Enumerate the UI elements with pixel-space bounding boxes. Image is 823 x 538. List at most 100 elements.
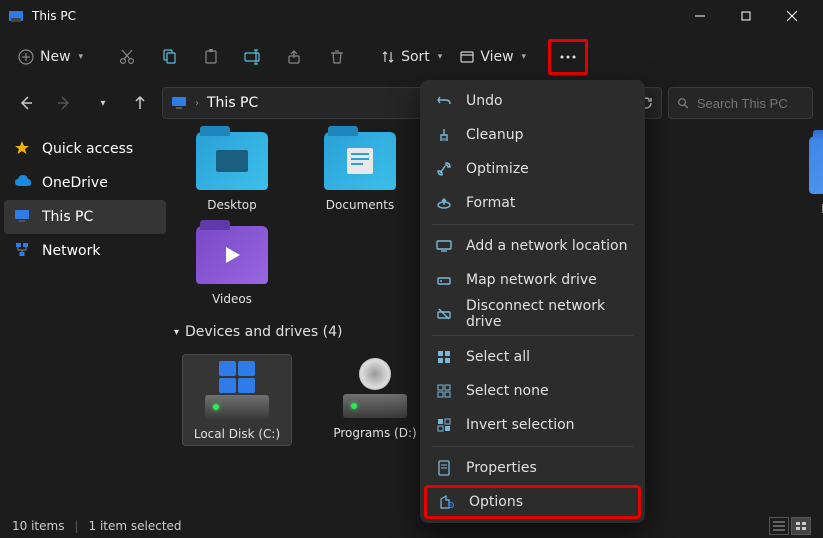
menu-label: Select all — [466, 349, 530, 365]
section-title: Devices and drives (4) — [185, 324, 342, 340]
drive-icon — [197, 359, 277, 419]
more-button[interactable] — [548, 39, 588, 75]
sidebar-item-quick-access[interactable]: Quick access — [4, 132, 166, 166]
cut-button[interactable] — [107, 39, 147, 75]
toolbar: New ▾ Sort ▾ View ▾ — [0, 32, 823, 82]
folder-icon — [809, 136, 823, 194]
menu-item-disconnect-network-drive[interactable]: Disconnect network drive — [424, 297, 641, 331]
menu-label: Disconnect network drive — [466, 298, 629, 330]
select-none-icon — [436, 383, 452, 399]
monitor-icon — [171, 95, 187, 111]
sidebar-item-label: Network — [42, 243, 100, 259]
breadcrumb-chevron-icon: › — [195, 98, 199, 109]
window-title: This PC — [32, 9, 677, 23]
paste-button[interactable] — [191, 39, 231, 75]
menu-item-map-network-drive[interactable]: Map network drive — [424, 263, 641, 297]
menu-item-select-none[interactable]: Select none — [424, 374, 641, 408]
format-icon — [436, 195, 452, 211]
titlebar: This PC — [0, 0, 823, 32]
cloud-icon — [14, 174, 32, 192]
menu-item-options[interactable]: Options — [424, 485, 641, 519]
view-label: View — [480, 49, 513, 65]
recent-button[interactable]: ▾ — [86, 87, 118, 119]
status-separator: | — [74, 519, 78, 533]
main-area: Quick access OneDrive This PC Network De… — [0, 124, 823, 514]
status-bar: 10 items | 1 item selected — [0, 514, 823, 538]
sidebar-item-network[interactable]: Network — [4, 234, 166, 268]
menu-item-add-network-location[interactable]: Add a network location — [424, 229, 641, 263]
chevron-down-icon: ▾ — [79, 52, 84, 62]
menu-label: Cleanup — [466, 127, 524, 143]
menu-item-cleanup[interactable]: Cleanup — [424, 118, 641, 152]
chevron-down-icon: ▾ — [438, 52, 443, 62]
icons-view-toggle[interactable] — [791, 517, 811, 535]
undo-icon — [436, 93, 452, 109]
folder-item[interactable]: Videos — [182, 226, 282, 306]
delete-button[interactable] — [317, 39, 357, 75]
search-input[interactable] — [697, 96, 804, 111]
menu-separator — [432, 446, 633, 447]
menu-item-undo[interactable]: Undo — [424, 84, 641, 118]
menu-label: Invert selection — [466, 417, 575, 433]
drive-icon — [335, 358, 415, 418]
drive-label: Local Disk (C:) — [194, 427, 280, 441]
copy-button[interactable] — [149, 39, 189, 75]
sidebar-item-label: OneDrive — [42, 175, 108, 191]
cleanup-icon — [436, 127, 452, 143]
forward-button[interactable] — [48, 87, 80, 119]
sidebar: Quick access OneDrive This PC Network — [0, 124, 170, 514]
folder-item[interactable]: Documents — [310, 132, 410, 212]
menu-item-select-all[interactable]: Select all — [424, 340, 641, 374]
chevron-down-icon: ▾ — [522, 52, 527, 62]
rename-button[interactable] — [233, 39, 273, 75]
sidebar-item-this-pc[interactable]: This PC — [4, 200, 166, 234]
drive-icon — [436, 272, 452, 288]
minimize-button[interactable] — [677, 0, 723, 32]
new-button[interactable]: New ▾ — [10, 39, 91, 75]
sidebar-item-label: This PC — [42, 209, 93, 225]
navigation-row: ▾ › This PC — [0, 82, 823, 124]
sidebar-item-label: Quick access — [42, 141, 133, 157]
drive-label: Programs (D:) — [333, 426, 416, 440]
maximize-button[interactable] — [723, 0, 769, 32]
disconnect-icon — [436, 306, 452, 322]
folder-item[interactable]: Pictures — [790, 136, 823, 216]
breadcrumb-segment[interactable]: This PC — [207, 95, 258, 111]
menu-label: Map network drive — [466, 272, 597, 288]
status-selected-count: 1 item selected — [89, 519, 182, 533]
star-icon — [14, 140, 32, 158]
folder-item[interactable]: Desktop — [182, 132, 282, 212]
chevron-down-icon: ▾ — [174, 327, 179, 338]
folder-icon — [196, 132, 268, 190]
sidebar-item-onedrive[interactable]: OneDrive — [4, 166, 166, 200]
search-box[interactable] — [668, 87, 813, 119]
menu-item-invert-selection[interactable]: Invert selection — [424, 408, 641, 442]
menu-label: Optimize — [466, 161, 529, 177]
up-button[interactable] — [124, 87, 156, 119]
new-label: New — [40, 49, 71, 65]
monitor-icon — [436, 238, 452, 254]
drive-item[interactable]: Programs (D:) — [320, 354, 430, 446]
folder-icon — [196, 226, 268, 284]
menu-label: Add a network location — [466, 238, 627, 254]
monitor-icon — [14, 208, 32, 226]
folder-label: Desktop — [207, 198, 257, 212]
menu-item-properties[interactable]: Properties — [424, 451, 641, 485]
properties-icon — [436, 460, 452, 476]
back-button[interactable] — [10, 87, 42, 119]
details-view-toggle[interactable] — [769, 517, 789, 535]
folder-icon — [324, 132, 396, 190]
close-button[interactable] — [769, 0, 815, 32]
drive-item[interactable]: Local Disk (C:) — [182, 354, 292, 446]
folder-label: Documents — [326, 198, 394, 212]
share-button[interactable] — [275, 39, 315, 75]
optimize-icon — [436, 161, 452, 177]
app-icon — [8, 8, 24, 24]
menu-item-optimize[interactable]: Optimize — [424, 152, 641, 186]
menu-label: Format — [466, 195, 515, 211]
view-button[interactable]: View ▾ — [452, 39, 534, 75]
sort-button[interactable]: Sort ▾ — [373, 39, 450, 75]
status-items-count: 10 items — [12, 519, 64, 533]
menu-label: Options — [469, 494, 523, 510]
menu-item-format[interactable]: Format — [424, 186, 641, 220]
